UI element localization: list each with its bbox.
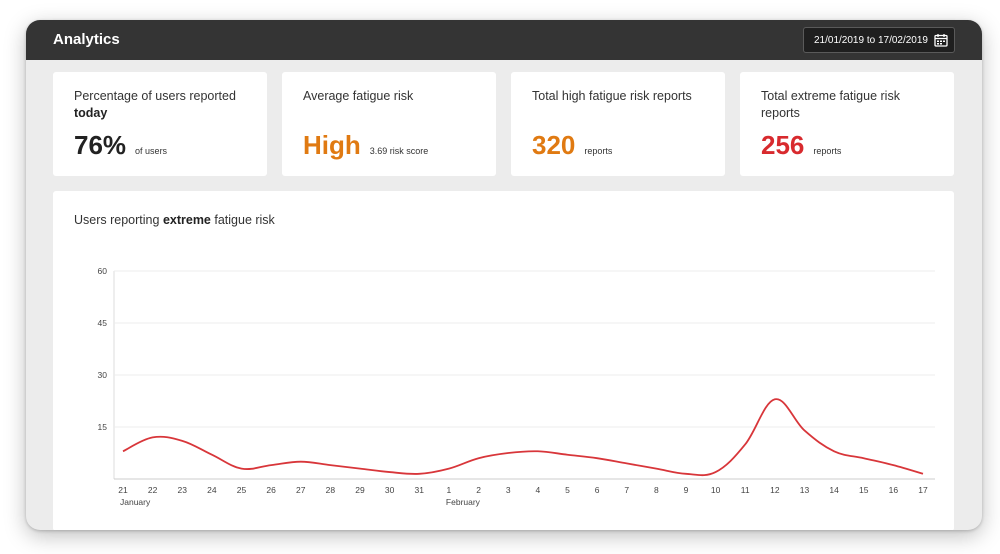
x-tick-label: 9 <box>684 485 689 495</box>
stat-card-average-risk: Average fatigue risk High 3.69 risk scor… <box>282 72 496 176</box>
stat-card-users-today: Percentage of users reported today 76% o… <box>53 72 267 176</box>
analytics-window: Analytics 21/01/2019 to 17/02/2019 Perce… <box>26 20 982 530</box>
x-tick-label: 10 <box>711 485 721 495</box>
stat-card-unit: of users <box>135 146 168 156</box>
stat-card-label: Average fatigue risk <box>303 89 414 103</box>
date-range-picker[interactable]: 21/01/2019 to 17/02/2019 <box>803 27 955 53</box>
x-tick-label: 13 <box>800 485 810 495</box>
x-tick-label: 27 <box>296 485 306 495</box>
x-month-label: January <box>120 497 151 507</box>
stat-card-high-risk: Total high fatigue risk reports 320 repo… <box>511 72 725 176</box>
stat-card-label: Total extreme fatigue risk reports <box>761 89 900 120</box>
chart-panel: Users reporting extreme fatigue risk 15 3… <box>53 191 954 530</box>
line-chart: 1530456021 22 23 24 25 26 27 28 29 30 31 1 2 3 4 5 6 7 8 9 1… <box>98 266 935 507</box>
x-tick-label: 5 <box>565 485 570 495</box>
x-month-label: February <box>446 497 481 507</box>
x-tick-label: 3 <box>506 485 511 495</box>
x-tick-label: 30 <box>385 485 395 495</box>
x-tick-label: 16 <box>889 485 899 495</box>
x-tick-label: 22 <box>148 485 158 495</box>
stat-card-value: 256 <box>761 130 805 160</box>
stat-card-value: 76% <box>74 130 127 160</box>
x-tick-label: 21 <box>118 485 128 495</box>
x-tick-label: 12 <box>770 485 780 495</box>
x-tick-label: 6 <box>595 485 600 495</box>
x-tick-label: 4 <box>535 485 540 495</box>
x-tick-label: 14 <box>829 485 839 495</box>
chart-title: Users reporting extreme fatigue risk <box>74 213 275 227</box>
x-tick-label: 25 <box>237 485 247 495</box>
x-tick-label: 11 <box>741 485 750 495</box>
calendar-icon[interactable] <box>934 33 948 47</box>
x-tick-label: 2 <box>476 485 481 495</box>
x-tick-label: 17 <box>918 485 928 495</box>
x-tick-label: 26 <box>266 485 276 495</box>
date-range-text: 21/01/2019 to 17/02/2019 <box>814 34 928 46</box>
series-line <box>122 398 924 477</box>
y-tick-label: 45 <box>98 318 108 328</box>
stat-card-unit: 3.69 risk score <box>369 146 429 156</box>
stat-card-label: Percentage of users reported today <box>74 89 236 120</box>
x-tick-label: 8 <box>654 485 659 495</box>
stat-card-label: Total high fatigue risk reports <box>532 89 692 103</box>
x-tick-label: 15 <box>859 485 869 495</box>
y-tick-label: 30 <box>98 370 108 380</box>
page-title: Analytics <box>53 31 120 48</box>
stat-card-unit: reports <box>584 146 613 156</box>
stat-card-extreme-risk: Total extreme fatigue risk reports 256 r… <box>740 72 954 176</box>
stat-card-value: High <box>303 130 361 160</box>
stat-card-unit: reports <box>813 146 842 156</box>
x-tick-label: 24 <box>207 485 217 495</box>
x-tick-label: 28 <box>326 485 336 495</box>
x-tick-label: 31 <box>415 485 425 495</box>
x-tick-label: 29 <box>355 485 365 495</box>
analytics-header: Analytics 21/01/2019 to 17/02/2019 <box>26 20 982 60</box>
stat-card-value: 320 <box>532 130 576 160</box>
y-tick-label: 60 <box>98 266 108 276</box>
x-tick-label: 23 <box>178 485 188 495</box>
x-tick-label: 7 <box>624 485 629 495</box>
x-tick-label: 1 <box>447 485 452 495</box>
y-tick-label: 15 <box>98 422 108 432</box>
